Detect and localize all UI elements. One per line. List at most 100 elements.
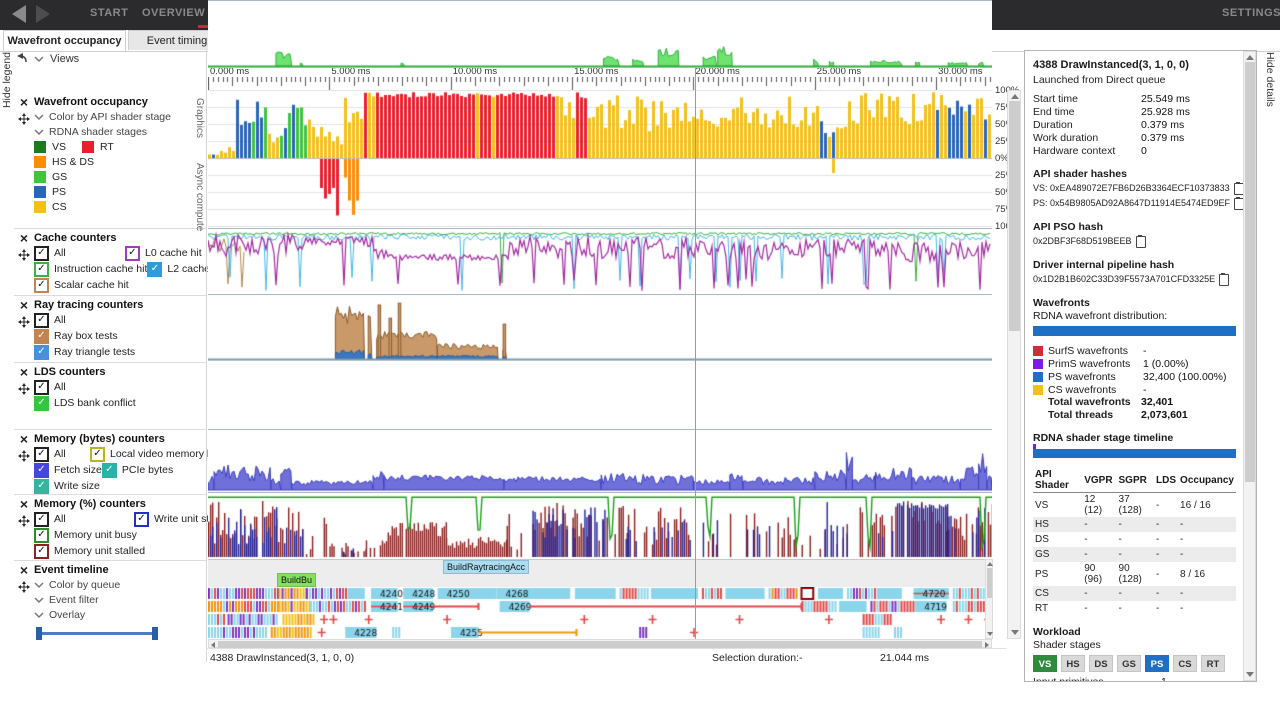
check-label: All bbox=[54, 314, 66, 326]
event-horizontal-scrollbar[interactable] bbox=[208, 639, 992, 648]
check-item-all: ✓All bbox=[34, 512, 134, 527]
check-row: ✓Scalar cache hit bbox=[34, 277, 224, 293]
dropdown-color-by-api-shader-stage[interactable]: Color by API shader stage bbox=[34, 109, 206, 124]
swatch-label: HS & DS bbox=[52, 156, 94, 168]
wavefront-occupancy-chart[interactable] bbox=[208, 90, 992, 227]
hide-legend-tab[interactable]: Hide legend bbox=[1, 52, 13, 108]
hide-details-tab[interactable]: Hide details bbox=[1264, 52, 1276, 107]
api-pso-hash-value: 0x2DBF3F68D519BEEB bbox=[1033, 234, 1132, 249]
close-panel-icon[interactable]: × bbox=[20, 96, 28, 108]
checkbox-scalar-cache-hit[interactable]: ✓ bbox=[34, 278, 49, 293]
checkbox-l0-cache-hit[interactable]: ✓ bbox=[125, 246, 140, 261]
check-row: ✓LDS bank conflict bbox=[34, 395, 206, 411]
move-panel-icon[interactable] bbox=[18, 248, 30, 266]
checkbox-all[interactable]: ✓ bbox=[34, 380, 49, 395]
checkbox-memory-unit-stalled[interactable]: ✓ bbox=[34, 544, 49, 559]
ray-tracing-counters-chart[interactable] bbox=[208, 294, 992, 361]
memory-percent-chart[interactable] bbox=[208, 492, 992, 559]
undo-icon[interactable] bbox=[16, 53, 28, 65]
swatch-label: GS bbox=[52, 171, 67, 183]
checkbox-all[interactable]: ✓ bbox=[34, 313, 49, 328]
event-timeline-chart[interactable] bbox=[208, 587, 992, 639]
checkbox-instruction-cache-hit[interactable]: ✓ bbox=[34, 262, 49, 277]
check-row: ✓All✓L0 cache hit bbox=[34, 245, 224, 261]
nav-overview[interactable]: OVERVIEW bbox=[142, 7, 205, 19]
swatch-color bbox=[82, 141, 94, 153]
memory-bytes-chart[interactable] bbox=[208, 429, 992, 492]
views-bar: Views bbox=[16, 53, 79, 65]
event-vertical-scrollbar[interactable] bbox=[985, 559, 993, 639]
nav-settings[interactable]: SETTINGS bbox=[1222, 7, 1280, 19]
stage-chip-cs[interactable]: CS bbox=[1173, 655, 1197, 672]
copy-icon[interactable] bbox=[1136, 236, 1146, 248]
checkbox-ray-triangle-tests[interactable]: ✓ bbox=[34, 345, 49, 360]
dropdown-color-by-queue[interactable]: Color by queue bbox=[34, 577, 206, 592]
check-row: ✓ All bbox=[34, 312, 206, 328]
forward-button[interactable] bbox=[36, 5, 50, 23]
views-label[interactable]: Views bbox=[50, 53, 79, 65]
stage-chip-ps[interactable]: PS bbox=[1145, 655, 1169, 672]
close-panel-icon[interactable]: × bbox=[20, 564, 28, 576]
time-ruler[interactable] bbox=[208, 77, 992, 90]
event-group-label-buildbu[interactable]: BuildBu bbox=[277, 573, 316, 587]
stage-chip-vs[interactable]: VS bbox=[1033, 655, 1057, 672]
check-row: ✓Write size bbox=[34, 478, 232, 494]
main-vertical-scrollbar[interactable] bbox=[1007, 90, 1021, 639]
close-panel-icon[interactable]: × bbox=[20, 498, 28, 510]
legend-swatch-gs: GS bbox=[34, 171, 67, 183]
checkbox-all[interactable]: ✓ bbox=[34, 512, 49, 527]
table-row-cs: CS---- bbox=[1033, 586, 1236, 601]
move-panel-icon[interactable] bbox=[18, 315, 30, 333]
panel-title-memory-counters: Memory (%) counters bbox=[34, 497, 231, 511]
dropdown-rdna-shader-stages[interactable]: RDNA shader stages bbox=[34, 124, 206, 139]
move-panel-icon[interactable] bbox=[18, 449, 30, 467]
wavefront-row-prims-wavefronts: PrimS wavefronts1 (0.00%) bbox=[1033, 357, 1236, 370]
check-item-ray-box-tests: ✓Ray box tests bbox=[34, 329, 118, 344]
checkbox-local-video-memory-bytes[interactable]: ✓ bbox=[90, 447, 105, 462]
checkbox-write-unit-stalled[interactable]: ✓ bbox=[134, 512, 149, 527]
swatch-color bbox=[34, 171, 46, 183]
checkbox-all[interactable]: ✓ bbox=[34, 447, 49, 462]
shader-hash-ps: PS: 0x54B9805AD92A8647D11914E5474ED9EF bbox=[1033, 196, 1236, 211]
close-panel-icon[interactable]: × bbox=[20, 366, 28, 378]
checkbox-memory-unit-busy[interactable]: ✓ bbox=[34, 528, 49, 543]
nav-start[interactable]: START bbox=[90, 7, 128, 19]
detail-row-start-time: Start time25.549 ms bbox=[1033, 93, 1236, 106]
wavefront-row-cs-wavefronts: CS wavefronts- bbox=[1033, 383, 1236, 396]
event-group-label-buildraytracingacc[interactable]: BuildRaytracingAcc bbox=[443, 560, 529, 574]
overlay-range-slider[interactable] bbox=[36, 627, 158, 640]
back-button[interactable] bbox=[12, 5, 26, 23]
stage-chip-rt[interactable]: RT bbox=[1201, 655, 1225, 672]
stage-chip-hs[interactable]: HS bbox=[1061, 655, 1085, 672]
lds-counters-chart[interactable] bbox=[208, 0, 992, 68]
stage-chip-ds[interactable]: DS bbox=[1089, 655, 1113, 672]
event-label-strip bbox=[208, 559, 992, 588]
legend-panel-memory-bytes-counters: ×Memory (bytes) counters✓All✓Local video… bbox=[14, 429, 206, 494]
move-panel-icon[interactable] bbox=[18, 382, 30, 400]
checkbox-fetch-size[interactable]: ✓ bbox=[34, 463, 49, 478]
close-panel-icon[interactable]: × bbox=[20, 433, 28, 445]
checkbox-write-size[interactable]: ✓ bbox=[34, 479, 49, 494]
checkbox-pcie-bytes[interactable]: ✓ bbox=[102, 463, 117, 478]
stage-chip-gs[interactable]: GS bbox=[1117, 655, 1141, 672]
tab-wavefront-occupancy[interactable]: Wavefront occupancy bbox=[3, 30, 126, 51]
copy-icon[interactable] bbox=[1219, 274, 1229, 286]
details-scrollbar[interactable] bbox=[1243, 51, 1256, 681]
check-mark: ✓ bbox=[37, 280, 45, 290]
dropdown-event-filter[interactable]: Event filter bbox=[34, 592, 206, 607]
move-panel-icon[interactable] bbox=[18, 514, 30, 532]
check-mark: ✓ bbox=[137, 514, 145, 524]
move-panel-icon[interactable] bbox=[18, 580, 30, 598]
checkbox-ray-box-tests[interactable]: ✓ bbox=[34, 329, 49, 344]
checkbox-lds-bank-conflict[interactable]: ✓ bbox=[34, 396, 49, 411]
move-panel-icon[interactable] bbox=[18, 112, 30, 130]
checkbox-l2-cache-hit[interactable]: ✓ bbox=[147, 262, 162, 277]
dropdown-overlay[interactable]: Overlay bbox=[34, 607, 206, 622]
check-row: ✓Memory unit stalled bbox=[34, 543, 231, 559]
close-panel-icon[interactable]: × bbox=[20, 299, 28, 311]
cache-counters-chart[interactable] bbox=[208, 228, 992, 294]
swatch-label: CS bbox=[52, 201, 67, 213]
legend-panel-event-timeline: ×Event timelineColor by queueEvent filte… bbox=[14, 560, 206, 640]
checkbox-all[interactable]: ✓ bbox=[34, 246, 49, 261]
close-panel-icon[interactable]: × bbox=[20, 232, 28, 244]
